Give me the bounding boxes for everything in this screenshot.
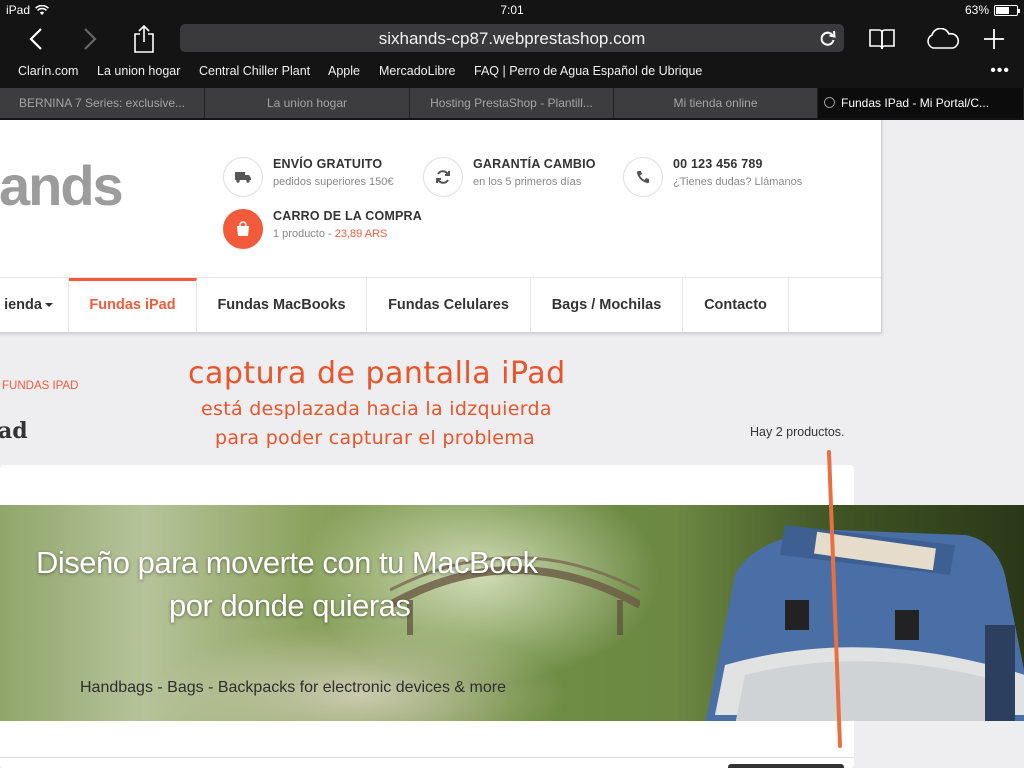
banner-tagline: Handbags - Bags - Backpacks for electron… (80, 679, 506, 696)
nav-item-fundas-ipad[interactable]: Fundas iPad (69, 278, 197, 333)
chevron-left-icon (29, 28, 42, 50)
battery-percent: 63% (964, 3, 989, 17)
share-button[interactable] (126, 22, 162, 56)
backpack-image (705, 525, 1024, 721)
shipping-title: ENVÍO GRATUITO (273, 157, 383, 171)
main-nav: ienda Fundas iPad Fundas MacBooks Fundas… (0, 277, 881, 333)
nav-label: ienda (4, 297, 42, 313)
product-count: Hay 2 productos. (750, 425, 845, 439)
bookmarks-button[interactable] (864, 22, 900, 56)
reload-icon[interactable] (818, 28, 838, 48)
divider (0, 757, 854, 758)
nav-item-contacto[interactable]: Contacto (683, 278, 789, 333)
cart-title: CARRO DE LA COMPRA (273, 209, 422, 223)
site-header: ands ENVÍO GRATUITO pedidos superiores 1… (0, 120, 882, 333)
cart-summary: 1 producto - 23,89 ARS (273, 228, 387, 240)
shopping-bag-icon (223, 209, 263, 249)
url-text: sixhands-cp87.webprestashop.com (378, 29, 646, 48)
bookmarks-bar: Clarín.com La union hogar Central Chille… (0, 62, 1024, 82)
bookmark-item[interactable]: MercadoLibre (379, 64, 455, 78)
book-icon (869, 29, 895, 50)
bookmark-item[interactable]: Clarín.com (18, 64, 78, 78)
bookmark-item[interactable]: Apple (328, 64, 360, 78)
address-bar[interactable]: sixhands-cp87.webprestashop.com (180, 24, 844, 52)
status-bar: iPad 7:01 63% (0, 0, 1024, 20)
chevron-right-icon (84, 28, 97, 50)
truck-icon (223, 157, 263, 197)
bookmark-item[interactable]: La union hogar (97, 64, 180, 78)
annotation-line-3: para poder capturar el problema (215, 427, 535, 449)
browser-tab[interactable]: La union hogar (205, 88, 410, 118)
bookmark-item[interactable]: FAQ | Perro de Agua Español de Ubrique (474, 64, 702, 78)
site-logo[interactable]: ands (0, 153, 124, 218)
exchange-title: GARANTÍA CAMBIO (473, 157, 596, 171)
category-banner: Diseño para moverte con tu MacBook por d… (0, 505, 1024, 721)
icloud-tabs-button[interactable] (920, 22, 964, 56)
browser-tab[interactable]: BERNINA 7 Series: exclusive... (0, 88, 205, 118)
annotation-line-1: captura de pantalla iPad (188, 356, 566, 391)
tab-bar: BERNINA 7 Series: exclusive... La union … (0, 88, 1024, 118)
cart-count: 1 producto - (273, 228, 332, 240)
refresh-icon (423, 157, 463, 197)
browser-tab[interactable]: Hosting PrestaShop - Plantill... (410, 88, 614, 118)
nav-item-fundas-celulares[interactable]: Fundas Celulares (367, 278, 531, 333)
back-button[interactable] (18, 22, 54, 56)
phone-icon (623, 157, 663, 197)
browser-toolbar: sixhands-cp87.webprestashop.com (0, 22, 1024, 56)
web-page: ands ENVÍO GRATUITO pedidos superiores 1… (0, 120, 1024, 768)
breadcrumb[interactable]: FUNDAS IPAD (2, 380, 78, 392)
exchange-sub: en los 5 primeros días (473, 176, 582, 188)
share-icon (134, 25, 154, 53)
browser-tab[interactable]: Mi tienda online (614, 88, 818, 118)
banner-headline-2: por donde quieras (169, 588, 411, 623)
caret-down-icon (44, 303, 53, 308)
new-tab-button[interactable] (976, 22, 1012, 56)
nav-item-tienda[interactable]: ienda (0, 278, 69, 333)
more-bookmarks-icon[interactable]: ••• (990, 62, 1010, 80)
phone-sub: ¿Tienes dudas? Llámanos (673, 176, 803, 188)
page-title: ad (0, 418, 28, 444)
nav-item-fundas-macbooks[interactable]: Fundas MacBooks (197, 278, 367, 333)
shipping-sub: pedidos superiores 150€ (273, 176, 394, 188)
banner-headline-1: Diseño para moverte con tu MacBook (36, 545, 538, 580)
status-right: 63% (964, 3, 1020, 17)
close-tab-icon[interactable] (824, 97, 835, 109)
clock: 7:01 (500, 3, 524, 17)
battery-icon (994, 4, 1020, 16)
forward-button[interactable] (72, 22, 108, 56)
browser-chrome: iPad 7:01 63% sixhands-cp87.webprestasho… (0, 0, 1024, 120)
phone-number[interactable]: 00 123 456 789 (673, 157, 763, 171)
partial-dark-element (728, 764, 844, 768)
cart-price: 23,89 ARS (334, 228, 388, 240)
nav-item-bags-mochilas[interactable]: Bags / Mochilas (531, 278, 683, 333)
browser-tab-active[interactable]: Fundas IPad - Mi Portal/C... (818, 88, 1024, 118)
active-tab-title: Fundas IPad - Mi Portal/C... (841, 96, 990, 110)
bookmark-item[interactable]: Central Chiller Plant (199, 64, 310, 78)
plus-icon (984, 29, 1004, 49)
annotation-line-2: está desplazada hacia la idzquierda (201, 398, 552, 420)
cloud-icon (927, 28, 960, 49)
